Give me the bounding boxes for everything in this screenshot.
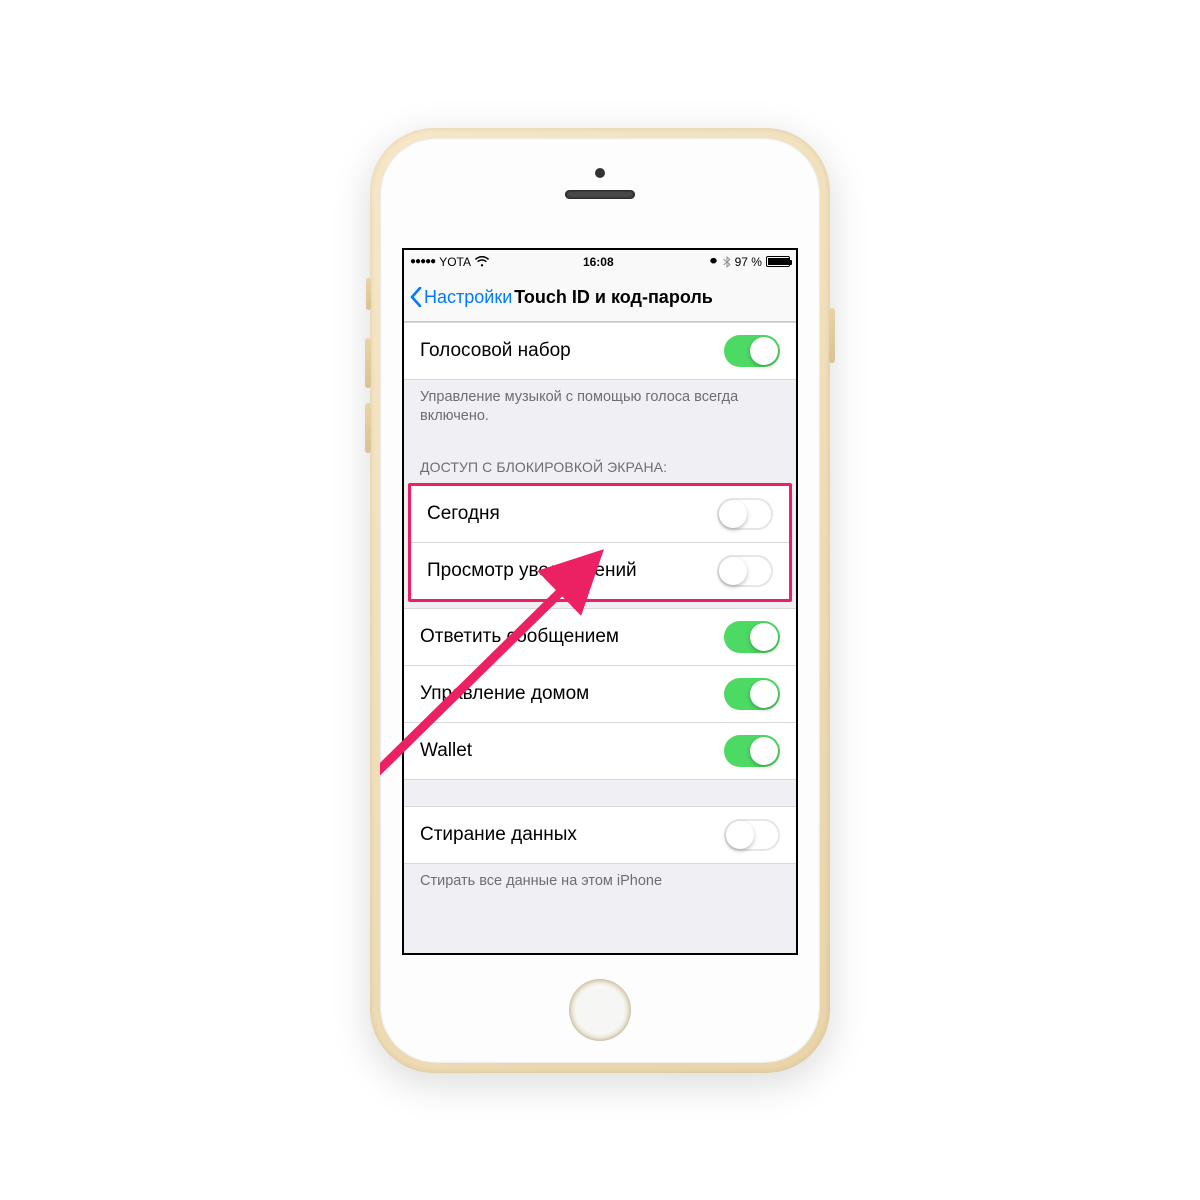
status-right: 97 %	[708, 255, 790, 269]
volume-down-button[interactable]	[365, 403, 371, 453]
status-bar: ●●●●● YOTA 16:08 97 %	[404, 250, 796, 274]
front-camera	[595, 168, 605, 178]
row-label: Ответить сообщением	[420, 626, 619, 648]
home-button[interactable]	[569, 979, 631, 1041]
row-label: Сегодня	[427, 503, 500, 525]
row-notifications-view: Просмотр уведомлений	[411, 543, 789, 599]
row-erase-data: Стирание данных	[404, 806, 796, 864]
row-label: Wallet	[420, 740, 472, 762]
back-label: Настройки	[424, 287, 512, 308]
phone-bezel: ●●●●● YOTA 16:08 97 %	[380, 138, 820, 1063]
voice-dial-note: Управление музыкой с помощью голоса всег…	[404, 380, 796, 437]
battery-pct: 97 %	[735, 255, 762, 269]
status-left: ●●●●● YOTA	[410, 255, 489, 269]
row-label: Стирание данных	[420, 824, 577, 846]
erase-data-note: Стирать все данные на этом iPhone	[404, 864, 796, 896]
alarm-icon	[708, 256, 719, 267]
battery-icon	[766, 256, 790, 267]
toggle-voice-dial[interactable]	[724, 335, 780, 367]
toggle-wallet[interactable]	[724, 735, 780, 767]
signal-dots-icon: ●●●●●	[410, 256, 435, 267]
row-home-control: Управление домом	[404, 666, 796, 723]
chevron-left-icon	[410, 287, 422, 307]
page-title: Touch ID и код-пароль	[512, 287, 790, 308]
toggle-home-control[interactable]	[724, 678, 780, 710]
toggle-today[interactable]	[717, 498, 773, 530]
mute-switch[interactable]	[366, 278, 371, 310]
volume-up-button[interactable]	[365, 338, 371, 388]
content-scroll[interactable]: Голосовой набор Управление музыкой с пом…	[404, 322, 796, 953]
section-header-lock-access: ДОСТУП С БЛОКИРОВКОЙ ЭКРАНА:	[404, 437, 796, 483]
wifi-icon	[475, 256, 489, 267]
row-label: Управление домом	[420, 683, 589, 705]
row-label: Просмотр уведомлений	[427, 560, 637, 582]
toggle-erase-data[interactable]	[724, 819, 780, 851]
phone-frame: ●●●●● YOTA 16:08 97 %	[370, 128, 830, 1073]
highlighted-rows: Сегодня Просмотр уведомлений	[408, 483, 792, 602]
earpiece-speaker	[565, 190, 635, 199]
toggle-notifications-view[interactable]	[717, 555, 773, 587]
back-button[interactable]: Настройки	[410, 287, 512, 308]
row-label: Голосовой набор	[420, 340, 571, 362]
bluetooth-icon	[723, 256, 731, 268]
power-button[interactable]	[829, 308, 835, 363]
toggle-reply-with-message[interactable]	[724, 621, 780, 653]
row-wallet: Wallet	[404, 723, 796, 780]
row-reply-with-message: Ответить сообщением	[404, 608, 796, 666]
carrier-label: YOTA	[439, 255, 471, 269]
row-today: Сегодня	[411, 486, 789, 543]
status-time: 16:08	[583, 255, 614, 269]
screen: ●●●●● YOTA 16:08 97 %	[402, 248, 798, 955]
row-voice-dial: Голосовой набор	[404, 322, 796, 380]
navigation-bar: Настройки Touch ID и код-пароль	[404, 274, 796, 322]
